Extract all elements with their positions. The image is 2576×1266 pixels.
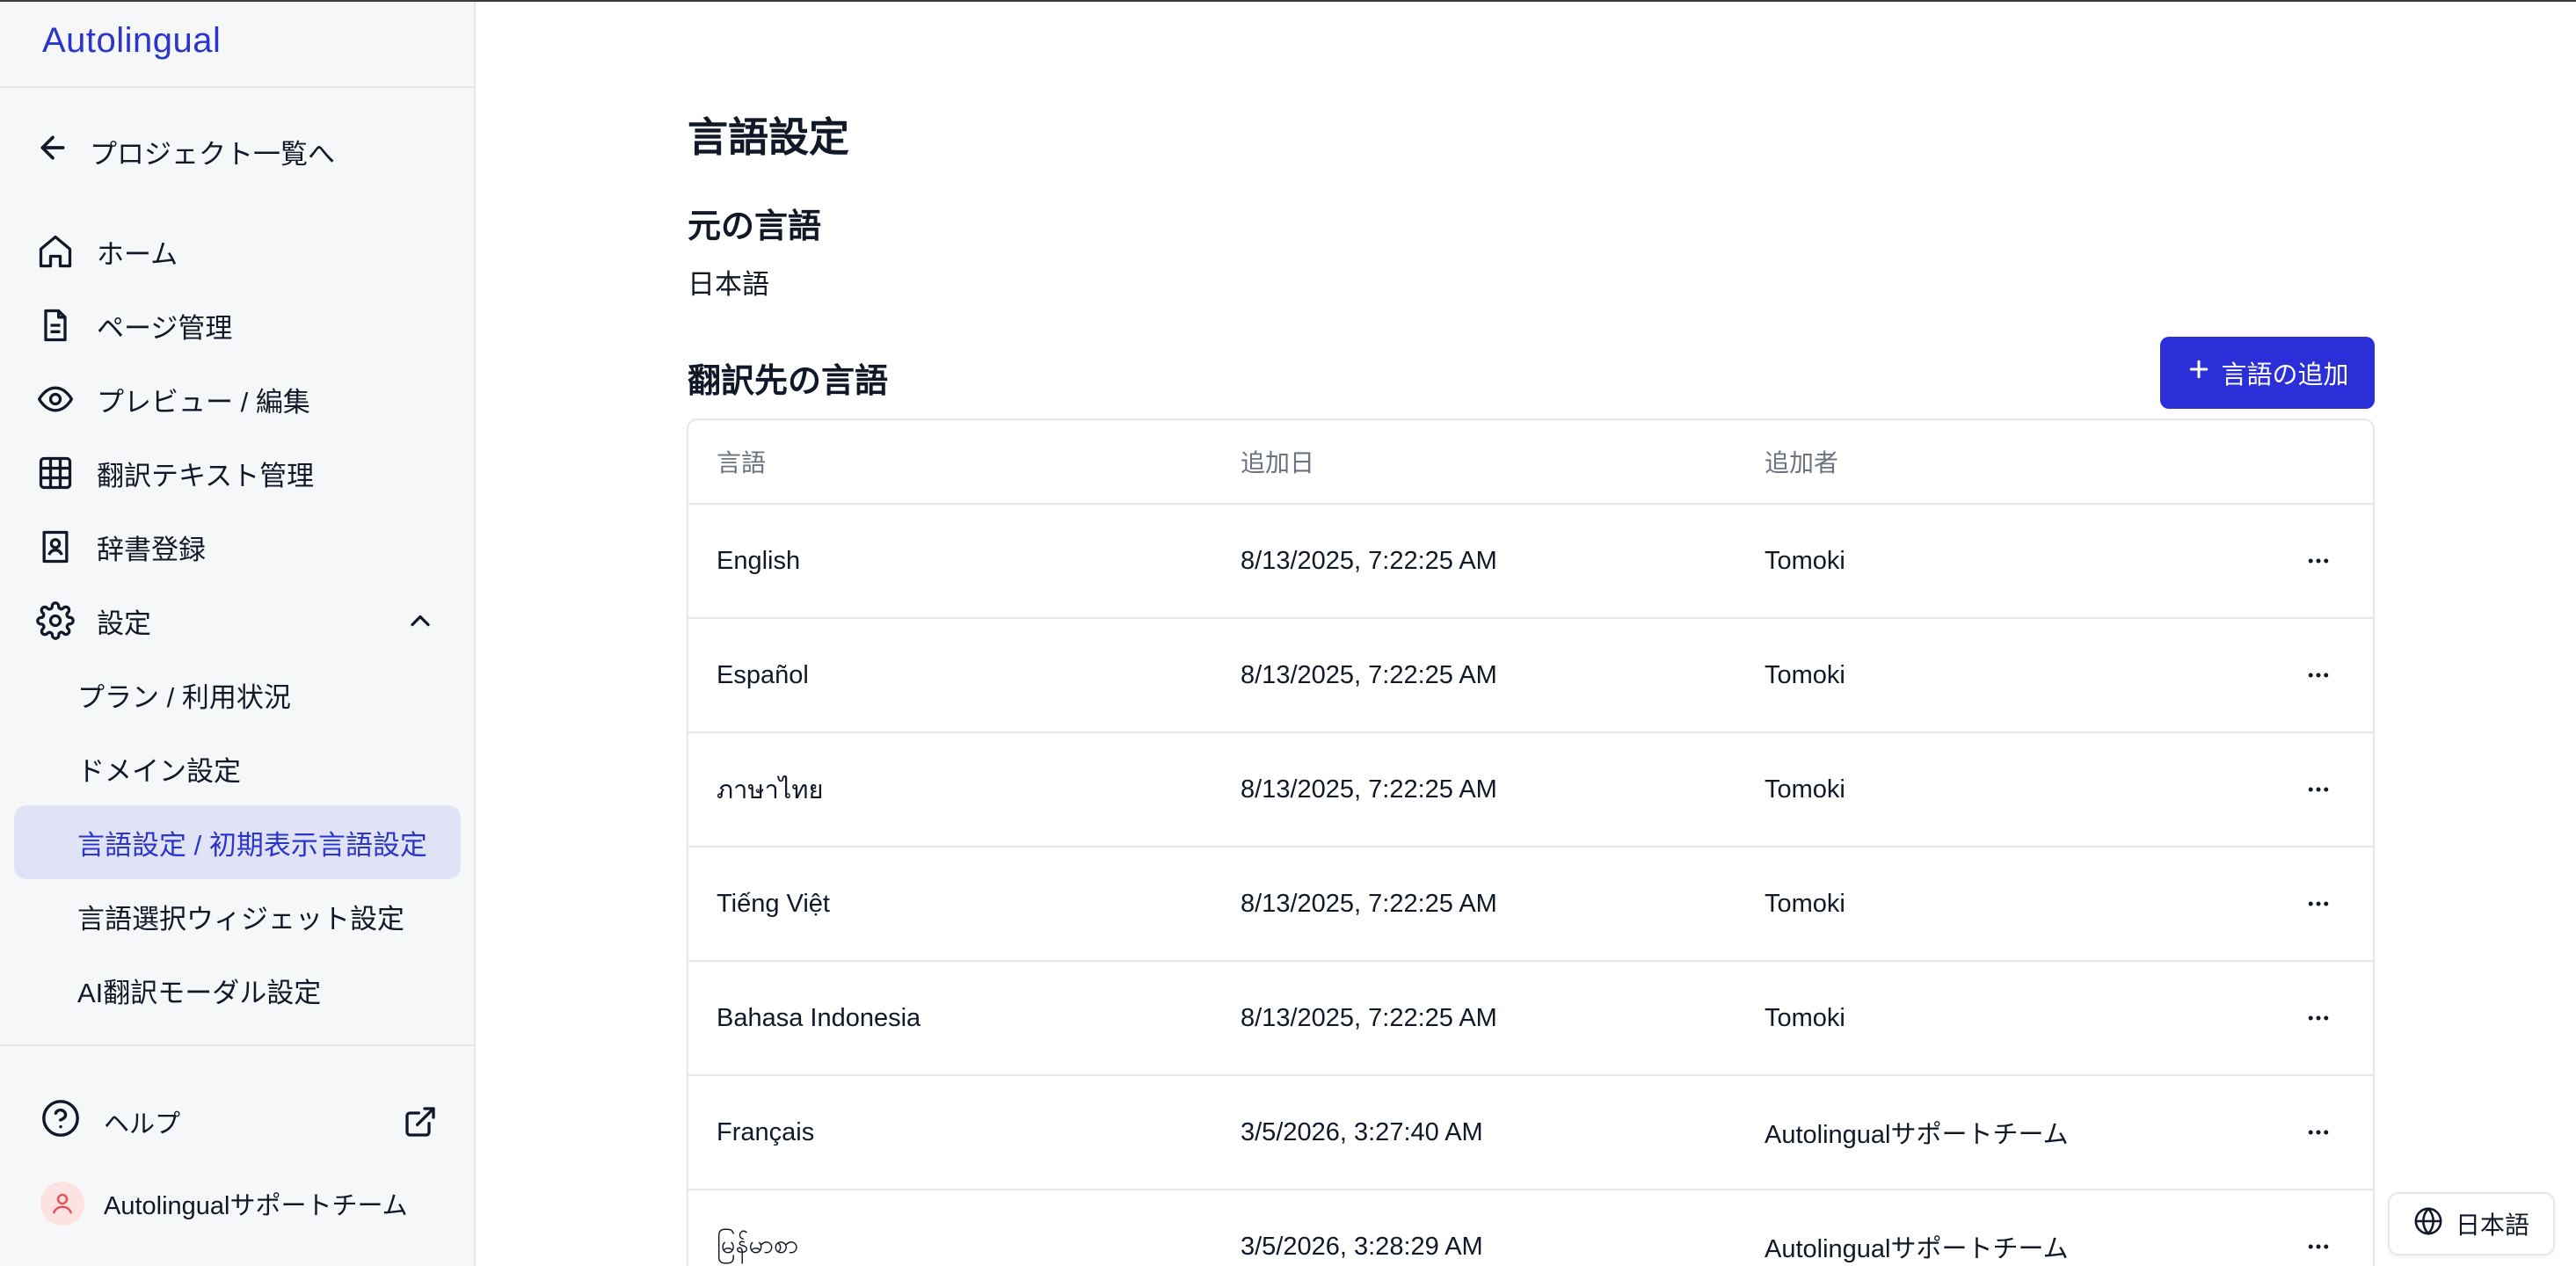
- page-title: 言語設定: [688, 114, 849, 160]
- language-switcher-label: 日本語: [2455, 1211, 2529, 1239]
- column-header-language: 言語: [717, 449, 767, 477]
- column-header-added-by: 追加者: [1765, 449, 1839, 477]
- more-options-icon[interactable]: [2297, 1111, 2340, 1153]
- more-options-icon[interactable]: [2297, 654, 2340, 696]
- sidebar-item-label: 翻訳テキスト管理: [97, 460, 315, 491]
- row-added-by: Autolingualサポートチーム: [1765, 1235, 2069, 1263]
- chevron-up-icon[interactable]: [404, 605, 436, 637]
- row-language: Tiếng Việt: [717, 889, 830, 918]
- sidebar-subitem-widget[interactable]: 言語選択ウィジェット設定: [14, 879, 461, 953]
- divider: [0, 86, 474, 88]
- row-language: Français: [717, 1117, 815, 1146]
- row-added-date: 8/13/2025, 7:22:25 AM: [1241, 775, 1497, 804]
- sidebar-subitem-ai-modal[interactable]: AI翻訳モーダル設定: [14, 953, 461, 1027]
- globe-icon: [2413, 1206, 2443, 1242]
- sidebar-item-home[interactable]: ホーム: [14, 215, 461, 288]
- table-row: မြန်မာစာ 3/5/2026, 3:28:29 AM Autolingua…: [688, 1190, 2373, 1266]
- more-options-icon[interactable]: [2297, 883, 2340, 925]
- table-row: Bahasa Indonesia 8/13/2025, 7:22:25 AM T…: [688, 962, 2373, 1076]
- table-header: 言語 追加日 追加者: [688, 420, 2373, 505]
- row-added-date: 3/5/2026, 3:28:29 AM: [1241, 1232, 1483, 1261]
- table-row: Español 8/13/2025, 7:22:25 AM Tomoki: [688, 619, 2373, 733]
- sidebar-item-dictionary[interactable]: 辞書登録: [14, 510, 461, 584]
- sidebar-item-settings[interactable]: 設定: [14, 584, 461, 658]
- back-to-projects-link[interactable]: プロジェクト一覧へ: [35, 125, 335, 178]
- language-switcher[interactable]: 日本語: [2388, 1192, 2555, 1255]
- sidebar-item-label: プレビュー / 編集: [97, 386, 310, 418]
- main-content: 言語設定 元の言語 日本語 翻訳先の言語 言語の追加 言語 追加日 追加者 En…: [477, 2, 2576, 1266]
- sidebar-subitem-language-settings[interactable]: 言語設定 / 初期表示言語設定: [14, 805, 461, 879]
- back-link-label: プロジェクト一覧へ: [90, 138, 335, 170]
- sidebar-nav: ホーム ページ管理 プレビュー / 編集 翻訳テキスト管理 辞書登録 設定 プラ…: [14, 215, 461, 1027]
- add-language-label: 言語の追加: [2221, 361, 2349, 389]
- row-added-by: Tomoki: [1765, 660, 1845, 689]
- row-language: ภาษาไทย: [717, 776, 824, 804]
- add-language-button[interactable]: 言語の追加: [2160, 337, 2375, 409]
- avatar: [40, 1182, 84, 1226]
- table-row: Français 3/5/2026, 3:27:40 AM Autolingua…: [688, 1076, 2373, 1190]
- more-options-icon[interactable]: [2297, 540, 2340, 582]
- user-name: Autolingualサポートチーム: [104, 1192, 408, 1220]
- target-languages-table: 言語 追加日 追加者 English 8/13/2025, 7:22:25 AM…: [687, 418, 2375, 1266]
- table-row: Tiếng Việt 8/13/2025, 7:22:25 AM Tomoki: [688, 848, 2373, 962]
- plus-icon: [2186, 356, 2212, 389]
- target-language-title: 翻訳先の言語: [688, 363, 889, 400]
- row-added-by: Tomoki: [1765, 1003, 1845, 1032]
- more-options-icon[interactable]: [2297, 997, 2340, 1039]
- row-language: Bahasa Indonesia: [717, 1003, 921, 1032]
- dictionary-icon: [35, 527, 76, 567]
- help-label: ヘルプ: [104, 1110, 181, 1139]
- row-added-by: Autolingualサポートチーム: [1765, 1121, 2069, 1149]
- app-window: Autolingual プロジェクト一覧へ ホーム ページ管理 プレビュー / …: [0, 0, 2576, 1266]
- external-link-icon: [403, 1104, 438, 1146]
- source-language-value: 日本語: [688, 269, 769, 300]
- eye-icon: [35, 379, 76, 419]
- home-icon: [35, 231, 76, 272]
- more-options-icon[interactable]: [2297, 1226, 2340, 1266]
- help-link[interactable]: ヘルプ: [40, 1097, 438, 1146]
- table-icon: [35, 453, 76, 493]
- table-row: English 8/13/2025, 7:22:25 AM Tomoki: [688, 505, 2373, 619]
- sidebar-subitem-domain[interactable]: ドメイン設定: [14, 731, 461, 805]
- sidebar-item-preview[interactable]: プレビュー / 編集: [14, 362, 461, 436]
- sidebar-item-label: 設定: [97, 608, 151, 639]
- sidebar-subitem-plan[interactable]: プラン / 利用状況: [14, 658, 461, 731]
- row-added-date: 3/5/2026, 3:27:40 AM: [1241, 1117, 1483, 1146]
- arrow-left-icon: [35, 130, 70, 172]
- help-circle-icon: [40, 1098, 81, 1146]
- source-language-title: 元の言語: [688, 208, 822, 245]
- sidebar: Autolingual プロジェクト一覧へ ホーム ページ管理 プレビュー / …: [0, 2, 476, 1266]
- row-added-by: Tomoki: [1765, 775, 1845, 804]
- table-row: ภาษาไทย 8/13/2025, 7:22:25 AM Tomoki: [688, 733, 2373, 848]
- row-language: Español: [717, 660, 809, 689]
- row-added-by: Tomoki: [1765, 889, 1845, 918]
- logo: Autolingual: [42, 21, 222, 60]
- user-account[interactable]: Autolingualサポートチーム: [40, 1182, 408, 1226]
- document-icon: [35, 305, 76, 346]
- row-language: English: [717, 546, 801, 575]
- sidebar-item-pages[interactable]: ページ管理: [14, 288, 461, 362]
- sidebar-item-translations[interactable]: 翻訳テキスト管理: [14, 436, 461, 510]
- row-added-date: 8/13/2025, 7:22:25 AM: [1241, 660, 1497, 689]
- sidebar-item-label: ホーム: [97, 238, 178, 270]
- sidebar-item-label: ページ管理: [97, 312, 233, 344]
- row-added-date: 8/13/2025, 7:22:25 AM: [1241, 1003, 1497, 1032]
- row-added-by: Tomoki: [1765, 546, 1845, 575]
- row-added-date: 8/13/2025, 7:22:25 AM: [1241, 889, 1497, 918]
- gear-icon: [35, 600, 76, 641]
- row-language: မြန်မာစာ: [717, 1230, 799, 1259]
- more-options-icon[interactable]: [2297, 768, 2340, 811]
- column-header-added-date: 追加日: [1241, 449, 1315, 477]
- row-added-date: 8/13/2025, 7:22:25 AM: [1241, 546, 1497, 575]
- sidebar-item-label: 辞書登録: [97, 534, 206, 565]
- divider: [0, 1044, 474, 1046]
